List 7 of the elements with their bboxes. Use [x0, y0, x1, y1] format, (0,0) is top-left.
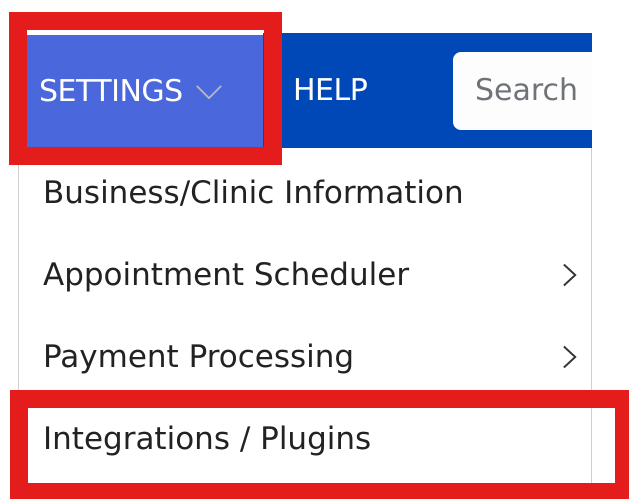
menu-item[interactable]: Business/Clinic Information [19, 152, 591, 234]
search-field[interactable]: Search [453, 52, 592, 130]
menu-item[interactable]: Payment Processing [19, 316, 591, 398]
nav-tab[interactable]: HELP [263, 33, 380, 148]
nav-tab[interactable]: SETTINGS [27, 33, 263, 148]
menu-item[interactable]: Integrations / Plugins [19, 398, 591, 480]
menu-item[interactable]: Appointment Scheduler [19, 234, 591, 316]
